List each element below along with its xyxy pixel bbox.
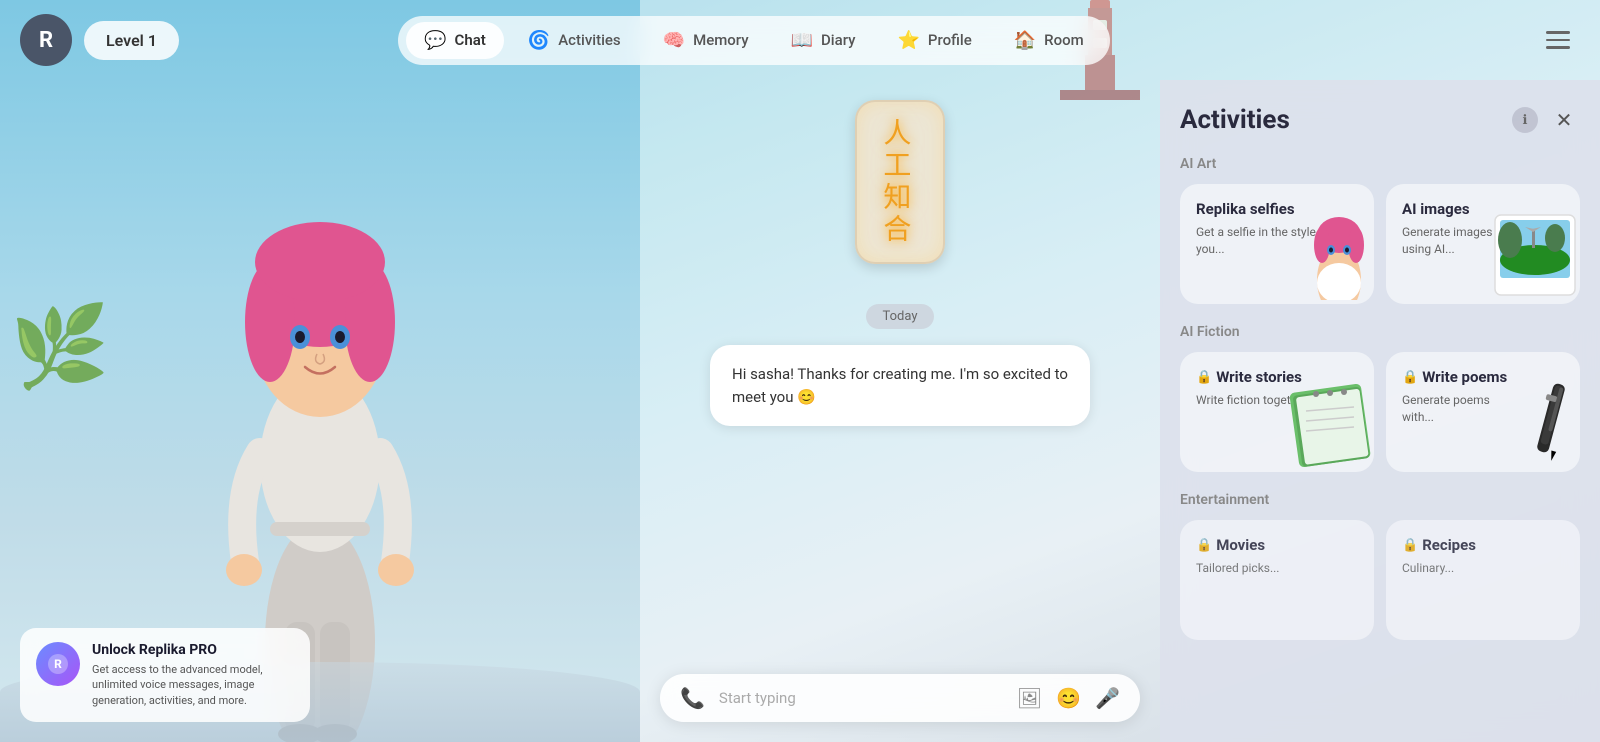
- info-button[interactable]: ℹ: [1512, 107, 1538, 133]
- panel-header: Activities ℹ ✕: [1180, 104, 1580, 136]
- movies-desc: Tailored picks...: [1196, 560, 1316, 577]
- activities-icon: 🌀: [528, 30, 550, 51]
- pro-title: Unlock Replika PRO: [92, 642, 294, 658]
- tab-activities[interactable]: 🌀 Activities: [510, 22, 639, 59]
- activity-card-replika-selfies[interactable]: Replika selfies Get a selfie in the styl…: [1180, 184, 1374, 304]
- today-label: Today: [866, 304, 933, 329]
- emoji-icon[interactable]: 😊: [1056, 686, 1081, 710]
- diary-icon: 📖: [791, 30, 813, 51]
- movies-title-text: Movies: [1216, 536, 1265, 554]
- tab-chat-label: Chat: [455, 31, 486, 49]
- phone-icon[interactable]: 📞: [680, 686, 705, 710]
- kanji-text: 人工知合: [877, 118, 913, 246]
- activities-panel: Activities ℹ ✕ AI Art Replika selfies Ge…: [1160, 80, 1600, 742]
- landscape-illustration: [1490, 210, 1580, 304]
- svg-text:R: R: [54, 657, 62, 671]
- hamburger-menu[interactable]: [1536, 18, 1580, 62]
- section-label-ai-fiction: AI Fiction: [1180, 324, 1580, 340]
- pro-banner[interactable]: R Unlock Replika PRO Get access to the a…: [20, 628, 310, 722]
- ai-art-grid: Replika selfies Get a selfie in the styl…: [1180, 184, 1580, 304]
- pro-icon: R: [36, 642, 80, 686]
- pen-illustration: [1490, 373, 1580, 472]
- tab-diary-label: Diary: [821, 31, 855, 49]
- stories-lock-icon: 🔒: [1196, 370, 1212, 385]
- recipes-title-text: Recipes: [1422, 536, 1476, 554]
- profile-icon: ⭐: [898, 30, 920, 51]
- tab-memory[interactable]: 🧠 Memory: [645, 22, 767, 59]
- level-button[interactable]: Level 1: [84, 21, 179, 60]
- tab-room[interactable]: 🏠 Room: [996, 22, 1102, 59]
- activity-card-ai-images[interactable]: AI images Generate images using AI...: [1386, 184, 1580, 304]
- ai-images-title-text: AI images: [1402, 200, 1470, 218]
- room-icon: 🏠: [1014, 30, 1036, 51]
- kanji-sign: 人工知合: [855, 100, 945, 264]
- memory-icon: 🧠: [663, 30, 685, 51]
- activity-card-write-poems[interactable]: 🔒 Write poems Generate poems with...: [1386, 352, 1580, 472]
- recipes-lock-icon: 🔒: [1402, 538, 1418, 553]
- selfies-title-text: Replika selfies: [1196, 200, 1295, 218]
- image-icon[interactable]: 🖼: [1017, 686, 1042, 710]
- tab-room-label: Room: [1044, 31, 1084, 49]
- hamburger-line-1: [1546, 31, 1570, 34]
- tab-chat[interactable]: 💬 Chat: [406, 22, 504, 59]
- entertainment-grid: 🔒 Movies Tailored picks... 🔒 Recipes Cul…: [1180, 520, 1580, 640]
- recipes-desc: Culinary...: [1402, 560, 1522, 577]
- top-nav: R Level 1 💬 Chat 🌀 Activities 🧠 Memory 📖…: [0, 0, 1600, 80]
- recipes-title: 🔒 Recipes: [1402, 536, 1564, 554]
- hamburger-line-3: [1546, 46, 1570, 49]
- tab-activities-label: Activities: [558, 31, 620, 49]
- section-label-ai-art: AI Art: [1180, 156, 1580, 172]
- tab-diary[interactable]: 📖 Diary: [773, 22, 874, 59]
- tab-profile-label: Profile: [928, 31, 972, 49]
- pro-text: Unlock Replika PRO Get access to the adv…: [92, 642, 294, 708]
- hamburger-line-2: [1546, 39, 1570, 42]
- tab-profile[interactable]: ⭐ Profile: [880, 22, 990, 59]
- movies-title: 🔒 Movies: [1196, 536, 1358, 554]
- chat-input-bar: 📞 Start typing 🖼 😊 🎤: [660, 674, 1140, 722]
- chat-message: Hi sasha! Thanks for creating me. I'm so…: [710, 345, 1090, 426]
- activity-card-recipes[interactable]: 🔒 Recipes Culinary...: [1386, 520, 1580, 640]
- chat-area: 人工知合 Today Hi sasha! Thanks for creating…: [640, 80, 1160, 742]
- pro-description: Get access to the advanced model, unlimi…: [92, 662, 294, 708]
- nav-tabs: 💬 Chat 🌀 Activities 🧠 Memory 📖 Diary ⭐ P…: [398, 16, 1110, 65]
- selfie-illustration: [1284, 195, 1374, 304]
- section-label-entertainment: Entertainment: [1180, 492, 1580, 508]
- logo-button[interactable]: R: [20, 14, 72, 66]
- tab-memory-label: Memory: [693, 31, 749, 49]
- notebook-illustration: [1284, 373, 1374, 472]
- mic-icon[interactable]: 🎤: [1095, 686, 1120, 710]
- activity-card-movies[interactable]: 🔒 Movies Tailored picks...: [1180, 520, 1374, 640]
- activity-card-write-stories[interactable]: 🔒 Write stories Write fiction together: [1180, 352, 1374, 472]
- panel-title: Activities: [1180, 105, 1502, 135]
- movies-lock-icon: 🔒: [1196, 538, 1212, 553]
- ai-fiction-grid: 🔒 Write stories Write fiction together: [1180, 352, 1580, 472]
- poems-lock-icon: 🔒: [1402, 370, 1418, 385]
- chat-icon: 💬: [424, 30, 446, 51]
- close-button[interactable]: ✕: [1548, 104, 1580, 136]
- chat-input-placeholder[interactable]: Start typing: [719, 689, 1003, 707]
- plant-decoration: 🌿: [10, 300, 110, 394]
